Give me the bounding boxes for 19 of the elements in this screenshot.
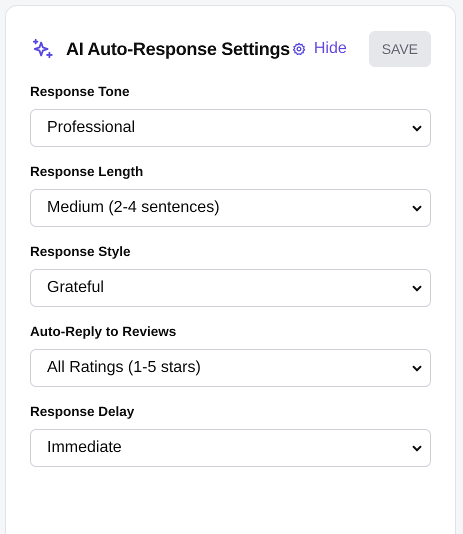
- dropdown-field[interactable]: Immediate: [30, 429, 431, 467]
- hide-link[interactable]: Hide: [314, 40, 347, 58]
- chevron-down-icon: [412, 444, 422, 452]
- chevron-down-icon: [412, 204, 422, 212]
- chevron-down-icon: [412, 124, 422, 132]
- field-label: Auto-Reply to Reviews: [30, 324, 178, 339]
- card-title: AI Auto-Response Settings: [66, 38, 290, 60]
- dropdown-field[interactable]: Grateful: [30, 269, 431, 307]
- field-label: Response Delay: [30, 404, 136, 419]
- dropdown-field[interactable]: All Ratings (1-5 stars): [30, 349, 431, 387]
- dropdown-field[interactable]: Professional: [30, 109, 431, 147]
- field-label: Response Length: [30, 164, 144, 179]
- chevron-down-icon: [412, 284, 422, 292]
- dropdown-field[interactable]: Medium (2-4 sentences): [30, 189, 431, 227]
- sparkles-icon: [32, 38, 54, 60]
- field-label: Response Style: [30, 244, 132, 259]
- chevron-down-icon: [412, 364, 422, 372]
- field-label: Response Tone: [30, 84, 131, 99]
- settings-icon[interactable]: [292, 42, 306, 56]
